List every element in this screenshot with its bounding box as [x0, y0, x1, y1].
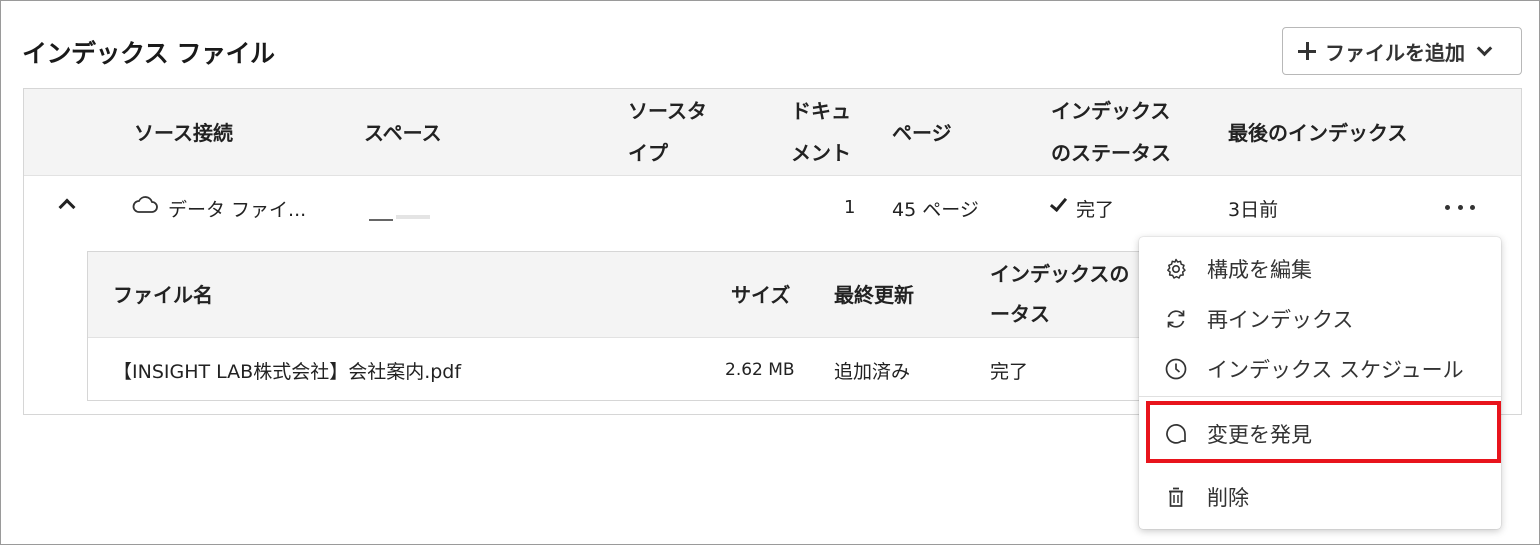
collapse-row-chevron-icon[interactable] [58, 198, 76, 216]
menu-item-reindex[interactable]: 再インデックス [1139, 294, 1501, 344]
menu-item-label: 削除 [1207, 486, 1249, 510]
col-size[interactable]: サイズ [731, 281, 790, 309]
menu-item-label: 変更を発見 [1207, 423, 1312, 447]
col-file-name[interactable]: ファイル名 [113, 281, 213, 309]
menu-item-index-schedule[interactable]: インデックス スケジュール [1139, 344, 1501, 394]
menu-divider [1139, 396, 1501, 397]
menu-item-label: 再インデックス [1207, 308, 1354, 332]
cloud-icon [132, 196, 158, 213]
col-last-index[interactable]: 最後のインデックス [1228, 119, 1407, 147]
col-space[interactable]: スペース [364, 119, 442, 147]
discover-icon [1163, 421, 1189, 447]
col-source-type-line1[interactable]: ソースタ [628, 97, 707, 125]
col-last-updated[interactable]: 最終更新 [834, 281, 914, 309]
more-dot [1445, 204, 1450, 210]
document-count: 1 [844, 197, 856, 218]
col-documents-line1[interactable]: ドキュ [791, 97, 851, 125]
plus-icon [1297, 41, 1317, 61]
menu-item-discover-changes[interactable]: 変更を発見 [1139, 409, 1501, 459]
col-status-line2: のステータス [1051, 141, 1171, 165]
file-index-status: 完了 [990, 361, 1029, 383]
clock-icon [1163, 356, 1189, 382]
col-status-line1[interactable]: インデックス [1051, 97, 1170, 125]
space-name-redacted [369, 209, 393, 221]
page-title: インデックス ファイル [22, 39, 275, 68]
refresh-icon [1163, 306, 1189, 332]
table-header: ソース接続 スペース ソースタ イプ ドキュ メント ページ インデックス のス… [24, 89, 1521, 176]
more-dot [1470, 204, 1475, 210]
more-options-button[interactable] [1445, 197, 1475, 217]
menu-item-label: 構成を編集 [1207, 258, 1312, 282]
page-count: 45 ページ [892, 199, 979, 221]
row-actions-menu: 構成を編集 再インデックス インデックス スケジュール 変更を発見 削除 [1139, 237, 1501, 529]
add-file-button[interactable]: ファイルを追加 [1282, 27, 1522, 75]
col-source-type-line2: イプ [628, 141, 668, 165]
trash-icon [1163, 484, 1189, 510]
menu-item-delete[interactable]: 削除 [1139, 472, 1501, 522]
menu-item-edit-config[interactable]: 構成を編集 [1139, 244, 1501, 294]
gear-icon [1163, 256, 1189, 282]
more-dot [1457, 204, 1463, 210]
source-connection-name[interactable]: データ ファイ... [168, 195, 306, 222]
chevron-down-icon [1476, 40, 1493, 56]
col-file-status-line2: ータス [990, 302, 1050, 326]
col-file-status-line1[interactable]: インデックスの [990, 260, 1129, 288]
last-index-time: 3日前 [1228, 199, 1279, 221]
check-icon [1049, 193, 1068, 213]
file-list-table: ファイル名 サイズ 最終更新 インデックスの ータス 【INSIGHT LAB株… [87, 251, 1208, 401]
menu-item-label: インデックス スケジュール [1207, 358, 1464, 382]
file-name[interactable]: 【INSIGHT LAB株式会社】会社案内.pdf [113, 357, 461, 384]
add-file-label: ファイルを追加 [1325, 40, 1465, 65]
col-documents-line2: メント [791, 141, 851, 165]
file-table-header: ファイル名 サイズ 最終更新 インデックスの ータス [88, 252, 1207, 338]
index-status: 完了 [1076, 199, 1115, 221]
file-size: 2.62 MB [725, 360, 795, 380]
col-pages[interactable]: ページ [892, 119, 952, 147]
col-source[interactable]: ソース接続 [134, 119, 233, 147]
space-name-redacted-tail [396, 215, 430, 219]
file-last-updated: 追加済み [834, 361, 911, 383]
